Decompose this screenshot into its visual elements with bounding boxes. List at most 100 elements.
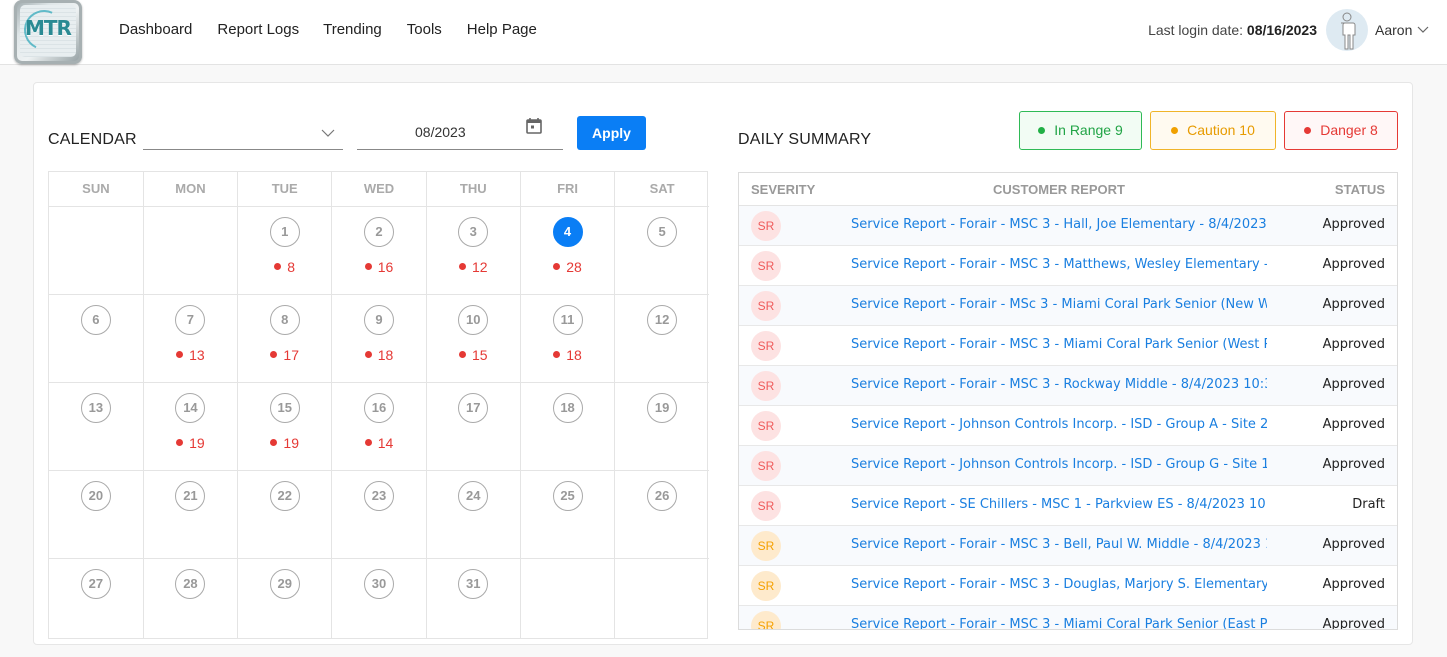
day-number[interactable]: 14 (175, 392, 206, 423)
day-number[interactable]: 12 (647, 304, 678, 335)
day-report-count[interactable]: 19 (144, 435, 237, 451)
calendar-day-cell[interactable]: 10 15 (426, 294, 521, 383)
day-report-count[interactable]: 16 (332, 259, 425, 275)
summary-table-body[interactable]: SR Service Report - Forair - MSC 3 - Hall… (739, 206, 1397, 629)
nav-trending[interactable]: Trending (323, 21, 382, 38)
day-number[interactable]: 30 (363, 568, 394, 599)
calendar-day-cell[interactable]: 14 19 (143, 382, 239, 471)
day-number[interactable]: 23 (363, 480, 394, 511)
customer-report-link[interactable]: Service Report - Forair - MSC 3 - Matthe… (851, 257, 1267, 272)
day-number[interactable]: 22 (269, 480, 300, 511)
customer-report-link[interactable]: Service Report - Forair - MSc 3 - Miami … (851, 297, 1267, 312)
customer-report-link[interactable]: Service Report - Forair - MSC 3 - Rockwa… (851, 377, 1267, 392)
day-number[interactable]: 25 (552, 480, 583, 511)
calendar-day-cell[interactable]: 23 (331, 470, 427, 559)
calendar-day-cell[interactable]: 5 (614, 206, 709, 295)
calendar-day-cell[interactable]: 16 14 (331, 382, 427, 471)
calendar-day-cell[interactable]: 21 (143, 470, 239, 559)
summary-row[interactable]: SR Service Report - SE Chillers - MSC 1 -… (739, 486, 1397, 526)
day-number[interactable]: 27 (80, 568, 111, 599)
summary-row[interactable]: SR Service Report - Forair - MSC 3 - Miam… (739, 326, 1397, 366)
day-report-count[interactable]: 12 (427, 259, 520, 275)
day-number[interactable]: 8 (269, 304, 300, 335)
calendar-day-cell[interactable]: 17 (426, 382, 521, 471)
calendar-day-cell[interactable]: 2 16 (331, 206, 427, 295)
day-number[interactable]: 19 (647, 392, 678, 423)
calendar-day-cell[interactable]: 8 17 (237, 294, 333, 383)
customer-report-link[interactable]: Service Report - Johnson Controls Incorp… (851, 417, 1267, 432)
day-report-count[interactable]: 28 (521, 259, 614, 275)
day-report-count[interactable]: 13 (144, 347, 237, 363)
summary-row[interactable]: SR Service Report - Forair - MSC 3 - Doug… (739, 566, 1397, 606)
calendar-day-cell[interactable]: 19 (614, 382, 709, 471)
caution-badge[interactable]: Caution 10 (1150, 111, 1276, 150)
day-report-count[interactable]: 15 (427, 347, 520, 363)
day-number[interactable]: 20 (80, 480, 111, 511)
column-severity[interactable]: SEVERITY (751, 182, 815, 197)
calendar-day-cell[interactable]: 25 (520, 470, 616, 559)
day-number[interactable]: 18 (552, 392, 583, 423)
summary-row[interactable]: SR Service Report - Forair - MSc 3 - Miam… (739, 286, 1397, 326)
calendar-day-cell[interactable]: 13 (49, 382, 144, 471)
calendar-day-cell[interactable]: 24 (426, 470, 521, 559)
nav-help-page[interactable]: Help Page (467, 21, 537, 38)
calendar-day-cell[interactable]: 26 (614, 470, 709, 559)
customer-report-link[interactable]: Service Report - Forair - MSC 3 - Hall, … (851, 217, 1267, 232)
day-number[interactable]: 28 (175, 568, 206, 599)
calendar-day-cell[interactable]: 7 13 (143, 294, 239, 383)
customer-report-link[interactable]: Service Report - Forair - MSC 3 - Bell, … (851, 537, 1267, 552)
calendar-day-cell[interactable]: 18 (237, 206, 333, 295)
customer-report-link[interactable]: Service Report - Forair - MSC 3 - Miami … (851, 617, 1267, 629)
day-number[interactable]: 24 (458, 480, 489, 511)
summary-row[interactable]: SR Service Report - Forair - MSC 3 - Miam… (739, 606, 1397, 629)
day-number[interactable]: 16 (363, 392, 394, 423)
day-number[interactable]: 3 (458, 216, 489, 247)
summary-row[interactable]: SR Service Report - Forair - MSC 3 - Rock… (739, 366, 1397, 406)
day-number[interactable]: 13 (80, 392, 111, 423)
day-number[interactable]: 2 (363, 216, 394, 247)
calendar-day-cell[interactable]: 18 (520, 382, 616, 471)
column-status[interactable]: STATUS (1335, 182, 1385, 197)
calendar-day-cell[interactable]: 22 (237, 470, 333, 559)
calendar-day-cell[interactable]: 31 (426, 558, 521, 638)
calendar-day-cell[interactable]: 27 (49, 558, 144, 638)
day-number[interactable]: 6 (80, 304, 111, 335)
day-number[interactable]: 7 (175, 304, 206, 335)
day-report-count[interactable]: 8 (238, 259, 331, 275)
danger-badge[interactable]: Danger 8 (1284, 111, 1398, 150)
day-report-count[interactable]: 19 (238, 435, 331, 451)
day-report-count[interactable]: 18 (521, 347, 614, 363)
day-number[interactable]: 9 (363, 304, 394, 335)
day-number[interactable]: 26 (647, 480, 678, 511)
calendar-filter-select[interactable] (143, 118, 343, 150)
customer-report-link[interactable]: Service Report - SE Chillers - MSC 1 - P… (851, 497, 1267, 512)
nav-report-logs[interactable]: Report Logs (217, 21, 299, 38)
customer-report-link[interactable]: Service Report - Forair - MSC 3 - Dougla… (851, 577, 1267, 592)
day-number[interactable]: 5 (647, 216, 678, 247)
day-number[interactable]: 15 (269, 392, 300, 423)
day-number[interactable]: 10 (458, 304, 489, 335)
in-range-badge[interactable]: In Range 9 (1019, 111, 1142, 150)
customer-report-link[interactable]: Service Report - Forair - MSC 3 - Miami … (851, 337, 1267, 352)
day-number[interactable]: 11 (552, 304, 583, 335)
calendar-day-cell[interactable]: 9 18 (331, 294, 427, 383)
summary-row[interactable]: SR Service Report - Forair - MSC 3 - Hall… (739, 206, 1397, 246)
day-number[interactable]: 29 (269, 568, 300, 599)
calendar-day-cell[interactable]: 6 (49, 294, 144, 383)
calendar-day-cell[interactable]: 4 28 (520, 206, 616, 295)
calendar-day-cell[interactable]: 28 (143, 558, 239, 638)
column-customer-report[interactable]: CUSTOMER REPORT (993, 182, 1125, 197)
calendar-day-cell[interactable]: 15 19 (237, 382, 333, 471)
summary-row[interactable]: SR Service Report - Forair - MSC 3 - Matt… (739, 246, 1397, 286)
day-number[interactable]: 1 (269, 216, 300, 247)
day-report-count[interactable]: 17 (238, 347, 331, 363)
summary-row[interactable]: SR Service Report - Johnson Controls Inco… (739, 446, 1397, 486)
calendar-day-cell[interactable]: 20 (49, 470, 144, 559)
calendar-day-cell[interactable]: 12 (614, 294, 709, 383)
apply-button[interactable]: Apply (577, 116, 646, 150)
customer-report-link[interactable]: Service Report - Johnson Controls Incorp… (851, 457, 1267, 472)
day-number[interactable]: 17 (458, 392, 489, 423)
nav-tools[interactable]: Tools (407, 21, 442, 38)
user-name[interactable]: Aaron (1375, 22, 1412, 38)
nav-dashboard[interactable]: Dashboard (119, 21, 192, 38)
